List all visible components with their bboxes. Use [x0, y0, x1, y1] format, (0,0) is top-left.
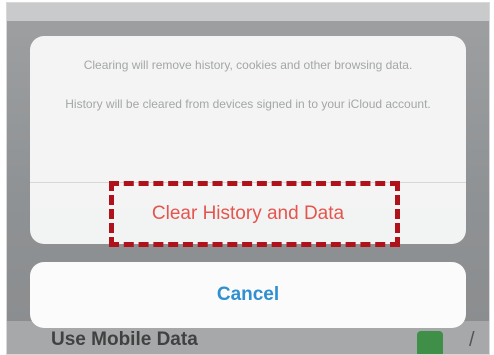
toggle-switch-icon — [417, 331, 443, 354]
cancel-button[interactable]: Cancel — [30, 262, 466, 328]
message-clearing-info: Clearing will remove history, cookies an… — [83, 58, 413, 72]
message-icloud-info: History will be cleared from devices sig… — [65, 97, 431, 111]
settings-row-label: Use Mobile Data — [51, 329, 198, 350]
clear-history-and-data-button[interactable]: Clear History and Data — [30, 183, 466, 244]
dimmed-background-top — [7, 3, 489, 21]
chevron-right-icon: / — [469, 329, 475, 351]
clear-history-action-sheet: Clearing will remove history, cookies an… — [30, 36, 466, 244]
action-sheet-message: Clearing will remove history, cookies an… — [50, 56, 446, 134]
